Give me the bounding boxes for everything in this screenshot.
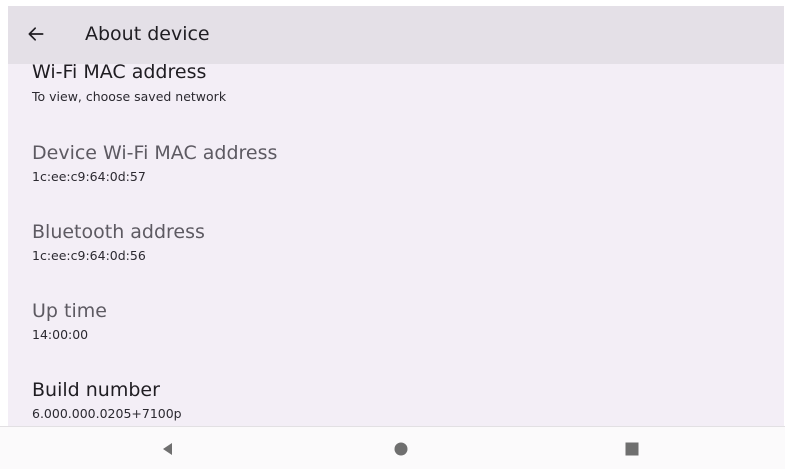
arrow-left-icon: [28, 27, 44, 41]
top-app-bar: About device: [8, 6, 784, 64]
item-build-number[interactable]: Build number 6.000.000.0205+7100p: [8, 379, 784, 426]
nav-back-button[interactable]: [152, 433, 184, 465]
item-label: Build number: [32, 379, 160, 401]
settings-list[interactable]: Wi-Fi MAC address To view, choose saved …: [8, 64, 784, 426]
item-bluetooth-address[interactable]: Bluetooth address 1c:ee:c9:64:0d:56: [8, 221, 784, 301]
item-label: Device Wi-Fi MAC address: [32, 142, 278, 164]
item-label: Bluetooth address: [32, 221, 205, 243]
circle-home-icon: [394, 442, 408, 456]
item-value: To view, choose saved network: [32, 89, 227, 104]
page-title: About device: [85, 23, 210, 45]
nav-recents-button[interactable]: [616, 433, 648, 465]
back-button[interactable]: [22, 20, 50, 48]
item-wifi-mac-address[interactable]: Wi-Fi MAC address To view, choose saved …: [8, 64, 784, 144]
square-recents-icon: [625, 442, 639, 456]
settings-app: About device Wi-Fi MAC address To view, …: [8, 6, 784, 426]
item-up-time[interactable]: Up time 14:00:00: [8, 300, 784, 380]
item-value: 1c:ee:c9:64:0d:56: [32, 248, 146, 263]
item-value: 1c:ee:c9:64:0d:57: [32, 169, 146, 184]
item-value: 14:00:00: [32, 327, 89, 342]
item-value: 6.000.000.0205+7100p: [32, 406, 182, 421]
triangle-back-icon: [163, 443, 172, 455]
item-label: Wi-Fi MAC address: [32, 64, 207, 83]
nav-home-button[interactable]: [385, 433, 417, 465]
item-label: Up time: [32, 300, 107, 322]
item-device-wifi-mac-address[interactable]: Device Wi-Fi MAC address 1c:ee:c9:64:0d:…: [8, 142, 784, 222]
screen: About device Wi-Fi MAC address To view, …: [0, 0, 785, 469]
system-navigation-bar: [0, 426, 785, 469]
